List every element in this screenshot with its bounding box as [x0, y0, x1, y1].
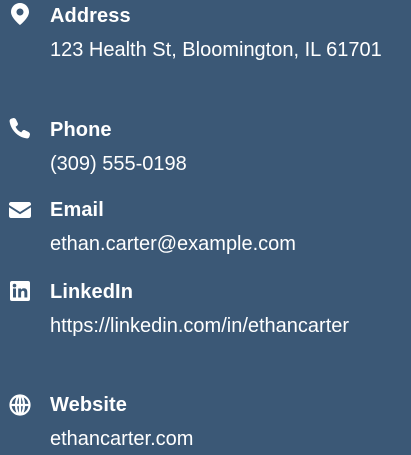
map-pin-icon [8, 2, 32, 26]
address-label: Address [50, 5, 131, 27]
globe-icon [8, 393, 32, 417]
linkedin-link[interactable]: https://linkedin.com/in/ethancarter [50, 315, 349, 337]
website-label: Website [50, 394, 128, 416]
email-value[interactable]: ethan.carter@example.com [50, 228, 402, 260]
linkedin-icon [8, 279, 32, 303]
phone-value[interactable]: (309) 555-0198 [50, 148, 402, 180]
linkedin-value[interactable]: https://linkedin.com/in/ethancarter [50, 310, 402, 342]
linkedin-label: LinkedIn [50, 281, 134, 303]
email-link[interactable]: ethan.carter@example.com [50, 233, 296, 255]
address-value: 123 Health St, Bloomington, IL 61701 [50, 39, 382, 61]
phone-icon [8, 116, 32, 140]
website-value[interactable]: ethancarter.com [50, 423, 402, 455]
website-link[interactable]: ethancarter.com [50, 428, 193, 450]
phone-label: Phone [50, 119, 112, 141]
phone-link[interactable]: (309) 555-0198 [50, 153, 187, 175]
envelope-icon [8, 198, 32, 222]
contact-list: Address 123 Health St, Bloomington, IL 6… [0, 0, 411, 450]
email-label: Email [50, 199, 104, 221]
